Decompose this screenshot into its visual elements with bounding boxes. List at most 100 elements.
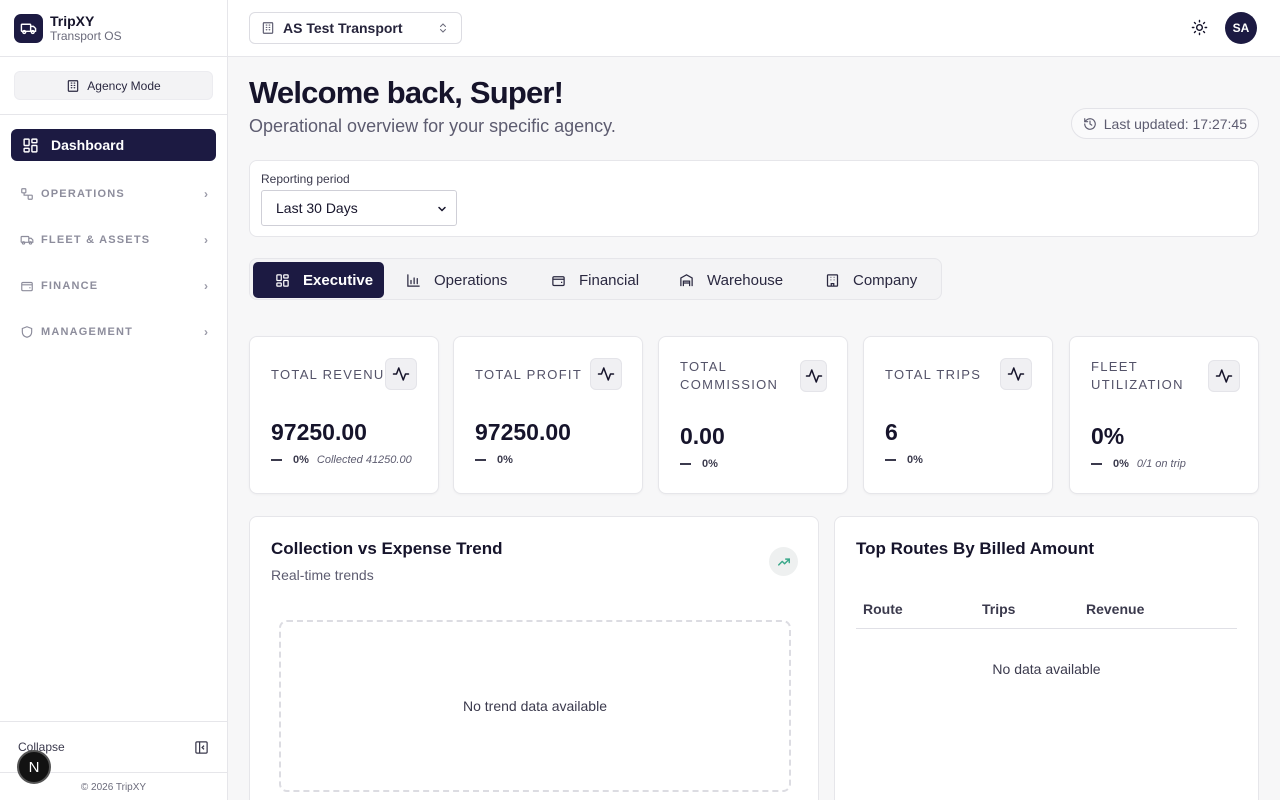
kpi-label: TOTAL PROFIT <box>475 367 583 382</box>
activity-icon <box>590 358 622 390</box>
last-updated-text: Last updated: 17:27:45 <box>1103 115 1247 132</box>
brand-name: TripXY <box>50 13 95 29</box>
kpi-label-line: UTILIZATION <box>1091 377 1184 392</box>
trend-flat-icon <box>271 459 282 461</box>
tab-financial[interactable]: Financial <box>551 262 639 298</box>
page-title: Welcome back, Super! <box>249 75 564 110</box>
routes-empty-state: No data available <box>992 661 1101 677</box>
topbar: AS Test Transport SA <box>228 0 1280 57</box>
kpi-trend: 0% Collected 41250.00 <box>271 454 412 466</box>
notification-badge[interactable]: N <box>17 750 51 784</box>
kpi-trend: 0% <box>475 454 513 466</box>
tab-warehouse[interactable]: Warehouse <box>679 262 783 298</box>
kpi-value: 97250.00 <box>475 419 571 445</box>
card-title: Top Routes By Billed Amount <box>856 539 1094 558</box>
chevron-right-icon: › <box>204 325 208 339</box>
page-subtitle: Operational overview for your specific a… <box>249 116 616 136</box>
kpi-note: 0/1 on trip <box>1136 458 1186 470</box>
column-header-route[interactable]: Route <box>863 601 903 617</box>
sidebar-item-dashboard[interactable]: Dashboard <box>11 129 216 161</box>
tab-label: Warehouse <box>707 271 784 289</box>
agency-mode-button[interactable]: Agency Mode <box>14 71 213 100</box>
kpi-label-line: TOTAL <box>680 359 728 374</box>
sidebar-group-fleet[interactable]: FLEET & ASSETS › <box>20 230 208 250</box>
kpi-label-line: FLEET <box>1091 359 1138 374</box>
tab-label: Company <box>853 271 918 289</box>
kpi-value: 97250.00 <box>271 419 367 445</box>
kpi-total-revenue: TOTAL REVENUE 97250.00 0% Collected 4125… <box>249 336 439 494</box>
sun-icon <box>1191 19 1208 36</box>
workflow-icon <box>21 188 33 200</box>
kpi-change: 0% <box>293 454 309 466</box>
tab-executive[interactable]: Executive <box>253 262 384 298</box>
kpi-total-trips: TOTAL TRIPS 6 0% <box>863 336 1053 494</box>
period-select[interactable]: Last 30 Days <box>261 190 457 226</box>
agency-selector[interactable]: AS Test Transport <box>249 12 462 44</box>
kpi-label: TOTAL REVENUE <box>271 367 395 382</box>
building-icon <box>826 273 839 287</box>
sidebar-group-management[interactable]: MANAGEMENT › <box>20 322 208 342</box>
column-header-trips[interactable]: Trips <box>982 601 1015 617</box>
chevron-down-icon <box>438 206 446 212</box>
sidebar-group-label: FINANCE <box>41 280 99 292</box>
bus-logo-icon <box>14 13 43 43</box>
kpi-change: 0% <box>702 458 718 470</box>
sidebar-group-finance[interactable]: FINANCE › <box>20 276 208 296</box>
sidebar: TripXY Transport OS Agency Mode Dashboar… <box>0 0 228 800</box>
bar-chart-icon <box>407 273 420 287</box>
tab-label: Operations <box>434 271 508 289</box>
kpi-value: 6 <box>885 419 898 445</box>
agency-mode-label: Agency Mode <box>87 78 161 93</box>
panel-collapse-icon <box>195 740 208 754</box>
sidebar-group-operations[interactable]: OPERATIONS › <box>20 184 208 204</box>
activity-icon <box>1208 360 1240 392</box>
sidebar-group-label: OPERATIONS <box>41 188 125 200</box>
warehouse-icon <box>680 273 693 286</box>
user-avatar[interactable]: SA <box>1225 12 1257 44</box>
routes-table-header: Route Trips Revenue <box>856 599 1237 629</box>
top-routes-card: Top Routes By Billed Amount Route Trips … <box>834 516 1259 800</box>
trend-flat-icon <box>885 459 896 461</box>
kpi-label-line: COMMISSION <box>680 377 779 392</box>
period-value: Last 30 Days <box>276 200 358 216</box>
card-subtitle: Real-time trends <box>271 567 374 583</box>
chevron-right-icon: › <box>204 187 208 201</box>
sidebar-group-label: MANAGEMENT <box>41 326 134 338</box>
kpi-change: 0% <box>1113 458 1129 470</box>
building-icon <box>68 79 79 92</box>
activity-icon <box>800 360 827 392</box>
agency-name: AS Test Transport <box>283 20 403 36</box>
trend-flat-icon <box>680 463 691 465</box>
chevrons-up-down-icon <box>440 23 446 33</box>
chevron-right-icon: › <box>204 279 208 293</box>
kpi-label: TOTAL COMMISSION <box>680 358 778 394</box>
activity-icon <box>385 358 417 390</box>
trending-up-icon <box>769 547 798 576</box>
sidebar-divider <box>0 114 227 115</box>
kpi-trend: 0% <box>680 458 718 470</box>
trend-flat-icon <box>1091 463 1102 465</box>
brand[interactable]: TripXY Transport OS <box>0 0 227 57</box>
building-icon <box>262 22 274 34</box>
tab-company[interactable]: Company <box>825 262 917 298</box>
column-header-revenue[interactable]: Revenue <box>1086 601 1144 617</box>
kpi-trend: 0% <box>885 454 923 466</box>
kpi-value: 0.00 <box>680 423 725 449</box>
trend-flat-icon <box>475 459 486 461</box>
tab-label: Financial <box>579 271 640 289</box>
reporting-period-card: Reporting period Last 30 Days <box>249 160 1259 237</box>
wallet-icon <box>21 281 33 292</box>
theme-toggle-button[interactable] <box>1191 19 1208 41</box>
kpi-label: TOTAL TRIPS <box>885 367 982 382</box>
card-title: Collection vs Expense Trend <box>271 539 503 558</box>
last-updated-badge: Last updated: 17:27:45 <box>1070 108 1259 139</box>
truck-icon <box>20 235 34 245</box>
tab-operations[interactable]: Operations <box>406 262 507 298</box>
kpi-change: 0% <box>497 454 513 466</box>
kpi-value: 0% <box>1091 423 1125 449</box>
period-label: Reporting period <box>261 172 350 186</box>
collection-expense-trend-card: Collection vs Expense Trend Real-time tr… <box>249 516 819 800</box>
dashboard-tabs: Executive Operations Financial Warehouse… <box>249 258 942 300</box>
tab-label: Executive <box>303 271 374 289</box>
kpi-fleet-utilization: FLEET UTILIZATION 0% 0% 0/1 on trip <box>1069 336 1259 494</box>
